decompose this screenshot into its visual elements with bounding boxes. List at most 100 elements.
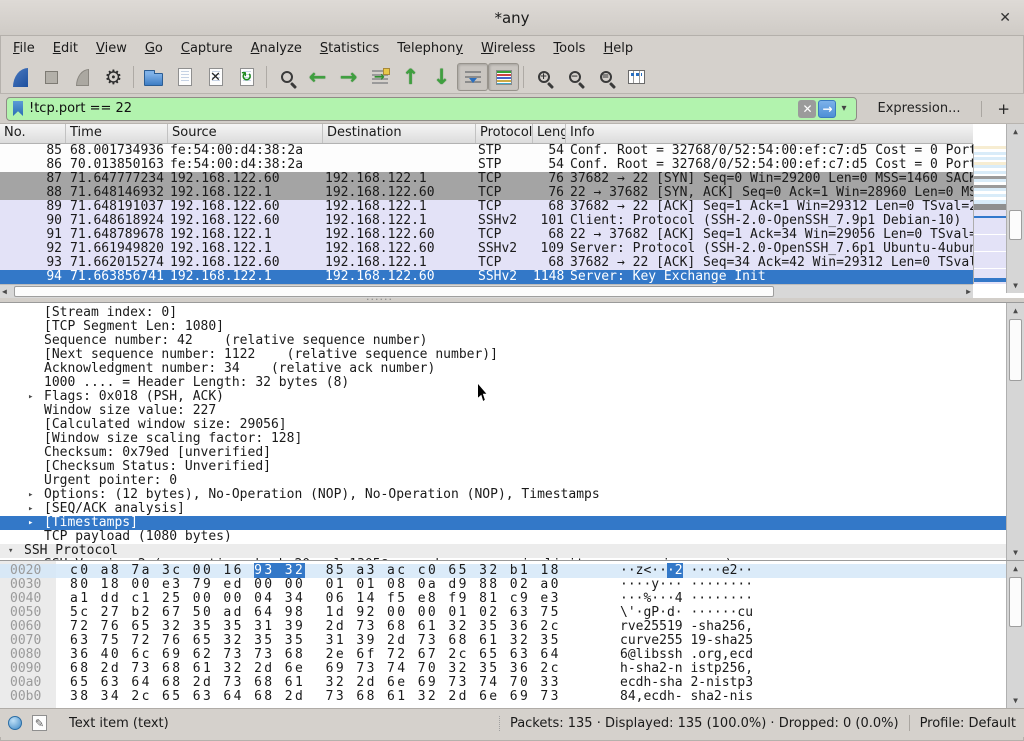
expander-closed-icon[interactable]: ▸ (28, 390, 33, 404)
open-file-button[interactable] (138, 63, 169, 91)
details-vscrollbar[interactable]: ▲ ▼ (1006, 303, 1024, 560)
add-filter-button[interactable]: + (997, 100, 1010, 118)
scroll-down-icon[interactable]: ▼ (1007, 694, 1024, 707)
hex-ascii[interactable]: \'·gP·d· ······cu (620, 606, 753, 620)
hex-row[interactable]: 0020c0 a8 7a 3c 00 16 93 32 85 a3 ac c0 … (0, 564, 1006, 578)
expander-closed-icon[interactable]: ▸ (28, 488, 33, 502)
detail-row[interactable]: Sequence number: 42 (relative sequence n… (0, 334, 1006, 348)
hex-row[interactable]: 007063 75 72 76 65 32 35 35 31 39 2d 73 … (0, 634, 1006, 648)
zoom-original-button[interactable]: = (590, 63, 621, 91)
expander-closed-icon[interactable]: ▸ (28, 502, 33, 516)
filter-dropdown-icon[interactable]: ▾ (841, 103, 846, 114)
colorize-button[interactable] (488, 63, 519, 91)
hex-ascii[interactable]: 6@libssh .org,ecd (620, 648, 753, 662)
hex-bytes[interactable]: 65 63 64 68 2d 73 68 61 32 2d 6e 69 73 7… (70, 676, 561, 690)
close-icon[interactable]: ✕ (999, 9, 1011, 27)
hex-row[interactable]: 003080 18 00 e3 79 ed 00 00 01 01 08 0a … (0, 578, 1006, 592)
hex-ascii[interactable]: ecdh-sha 2-nistp3 (620, 676, 753, 690)
hex-row[interactable]: 00a065 63 64 68 2d 73 68 61 32 2d 6e 69 … (0, 676, 1006, 690)
detail-row[interactable]: TCP payload (1080 bytes) (0, 530, 1006, 544)
reload-file-button[interactable]: ↻ (231, 63, 262, 91)
packet-row[interactable]: 9171.648789678192.168.122.1192.168.122.6… (0, 228, 973, 242)
filter-apply-icon[interactable]: → (818, 100, 836, 118)
column-header-source[interactable]: Source (168, 124, 323, 143)
scrollbar-thumb[interactable] (1009, 577, 1022, 627)
go-to-packet-button[interactable]: → (364, 63, 395, 91)
detail-row[interactable]: [Next sequence number: 1122 (relative se… (0, 348, 1006, 362)
menu-wireless[interactable]: Wireless (472, 38, 544, 59)
scroll-up-icon[interactable]: ▲ (1007, 304, 1024, 317)
hex-ascii[interactable]: curve255 19-sha25 (620, 634, 753, 648)
hex-row[interactable]: 008036 40 6c 69 62 73 73 68 2e 6f 72 67 … (0, 648, 1006, 662)
column-header-info[interactable]: Info (566, 124, 973, 143)
detail-row[interactable]: [Stream index: 0] (0, 306, 1006, 320)
scroll-down-icon[interactable]: ▼ (1007, 546, 1024, 559)
resize-columns-button[interactable] (621, 63, 652, 91)
hex-row[interactable]: 00b038 34 2c 65 63 64 68 2d 73 68 61 32 … (0, 690, 1006, 704)
detail-row[interactable]: [Calculated window size: 29056] (0, 418, 1006, 432)
packet-list-vscrollbar[interactable]: ▲ ▼ (1006, 124, 1024, 293)
profile-button[interactable]: Profile: Default (920, 716, 1016, 731)
detail-row[interactable]: ▸Options: (12 bytes), No-Operation (NOP)… (0, 488, 1006, 502)
detail-row[interactable]: ▸[SEQ/ACK analysis] (0, 502, 1006, 516)
go-last-button[interactable]: ↓ (426, 63, 457, 91)
detail-row[interactable]: Checksum: 0x79ed [unverified] (0, 446, 1006, 460)
detail-row[interactable]: Acknowledgment number: 34 (relative ack … (0, 362, 1006, 376)
scroll-left-icon[interactable]: ◀ (2, 285, 7, 298)
scroll-down-icon[interactable]: ▼ (1007, 279, 1024, 292)
selected-ascii[interactable]: ·2 (667, 563, 683, 578)
column-header-time[interactable]: Time (66, 124, 168, 143)
intelligent-scrollbar[interactable] (973, 144, 1006, 284)
hex-bytes[interactable]: 72 76 65 32 35 35 31 39 2d 73 68 61 32 3… (70, 620, 561, 634)
packet-row[interactable]: 8871.648146932192.168.122.1192.168.122.6… (0, 186, 973, 200)
hex-ascii[interactable]: h-sha2-n istp256, (620, 662, 753, 676)
close-file-button[interactable]: ✕ (200, 63, 231, 91)
hex-bytes[interactable]: a1 dd c1 25 00 00 04 34 06 14 f5 e8 f9 8… (70, 592, 561, 606)
detail-row[interactable]: 1000 .... = Header Length: 32 bytes (8) (0, 376, 1006, 390)
capture-comment-icon[interactable]: ✎ (32, 715, 47, 731)
go-first-button[interactable]: ↑ (395, 63, 426, 91)
expert-info-icon[interactable] (8, 716, 22, 730)
menu-capture[interactable]: Capture (172, 38, 242, 59)
hex-row[interactable]: 006072 76 65 32 35 35 31 39 2d 73 68 61 … (0, 620, 1006, 634)
scroll-up-icon[interactable]: ▲ (1007, 125, 1024, 138)
hex-row[interactable]: 0040a1 dd c1 25 00 00 04 34 06 14 f5 e8 … (0, 592, 1006, 606)
capture-options-button[interactable]: ⚙ (98, 63, 129, 91)
hex-bytes[interactable]: 68 2d 73 68 61 32 2d 6e 69 73 74 70 32 3… (70, 662, 561, 676)
column-header-destination[interactable]: Destination (323, 124, 476, 143)
menu-help[interactable]: Help (594, 38, 642, 59)
column-header-no[interactable]: No. (0, 124, 66, 143)
auto-scroll-button[interactable] (457, 63, 488, 91)
display-filter-input[interactable]: !tcp.port == 22 ✕ → ▾ (6, 97, 857, 121)
bytes-vscrollbar[interactable]: ▲ ▼ (1006, 561, 1024, 708)
stop-capture-button[interactable] (36, 63, 67, 91)
go-back-button[interactable]: ← (302, 63, 333, 91)
start-capture-button[interactable] (5, 63, 36, 91)
hex-bytes[interactable]: 36 40 6c 69 62 73 73 68 2e 6f 72 67 2c 6… (70, 648, 561, 662)
scroll-up-icon[interactable]: ▲ (1007, 562, 1024, 575)
menu-view[interactable]: View (87, 38, 136, 59)
find-packet-button[interactable] (271, 63, 302, 91)
hex-ascii[interactable]: rve25519 -sha256, (620, 620, 753, 634)
detail-row[interactable]: ▸[Timestamps] (0, 516, 1006, 530)
packet-row[interactable]: 9371.662015274192.168.122.60192.168.122.… (0, 256, 973, 270)
packet-list-hscrollbar[interactable]: ◀ ▶ (0, 284, 973, 298)
menu-statistics[interactable]: Statistics (311, 38, 388, 59)
filter-bookmark-icon[interactable] (13, 101, 23, 116)
menu-file[interactable]: File (4, 38, 44, 59)
detail-row[interactable]: ▾SSH Protocol (0, 544, 1006, 558)
menu-go[interactable]: Go (136, 38, 172, 59)
hex-bytes[interactable]: 80 18 00 e3 79 ed 00 00 01 01 08 0a d9 8… (70, 578, 561, 592)
selected-bytes[interactable]: 93 32 (254, 563, 305, 578)
go-forward-button[interactable]: → (333, 63, 364, 91)
expander-closed-icon[interactable]: ▸ (28, 516, 33, 530)
detail-row[interactable]: ▸Flags: 0x018 (PSH, ACK) (0, 390, 1006, 404)
filter-clear-icon[interactable]: ✕ (798, 100, 816, 118)
filter-value[interactable]: !tcp.port == 22 (29, 101, 798, 116)
save-file-button[interactable] (169, 63, 200, 91)
packet-row[interactable]: 8568.001734936fe:54:00:d4:38:2aSTP54Conf… (0, 144, 973, 158)
menu-edit[interactable]: Edit (44, 38, 87, 59)
expander-open-icon[interactable]: ▾ (8, 544, 13, 558)
scroll-right-icon[interactable]: ▶ (966, 285, 971, 298)
hex-row[interactable]: 00505c 27 b2 67 50 ad 64 98 1d 92 00 00 … (0, 606, 1006, 620)
